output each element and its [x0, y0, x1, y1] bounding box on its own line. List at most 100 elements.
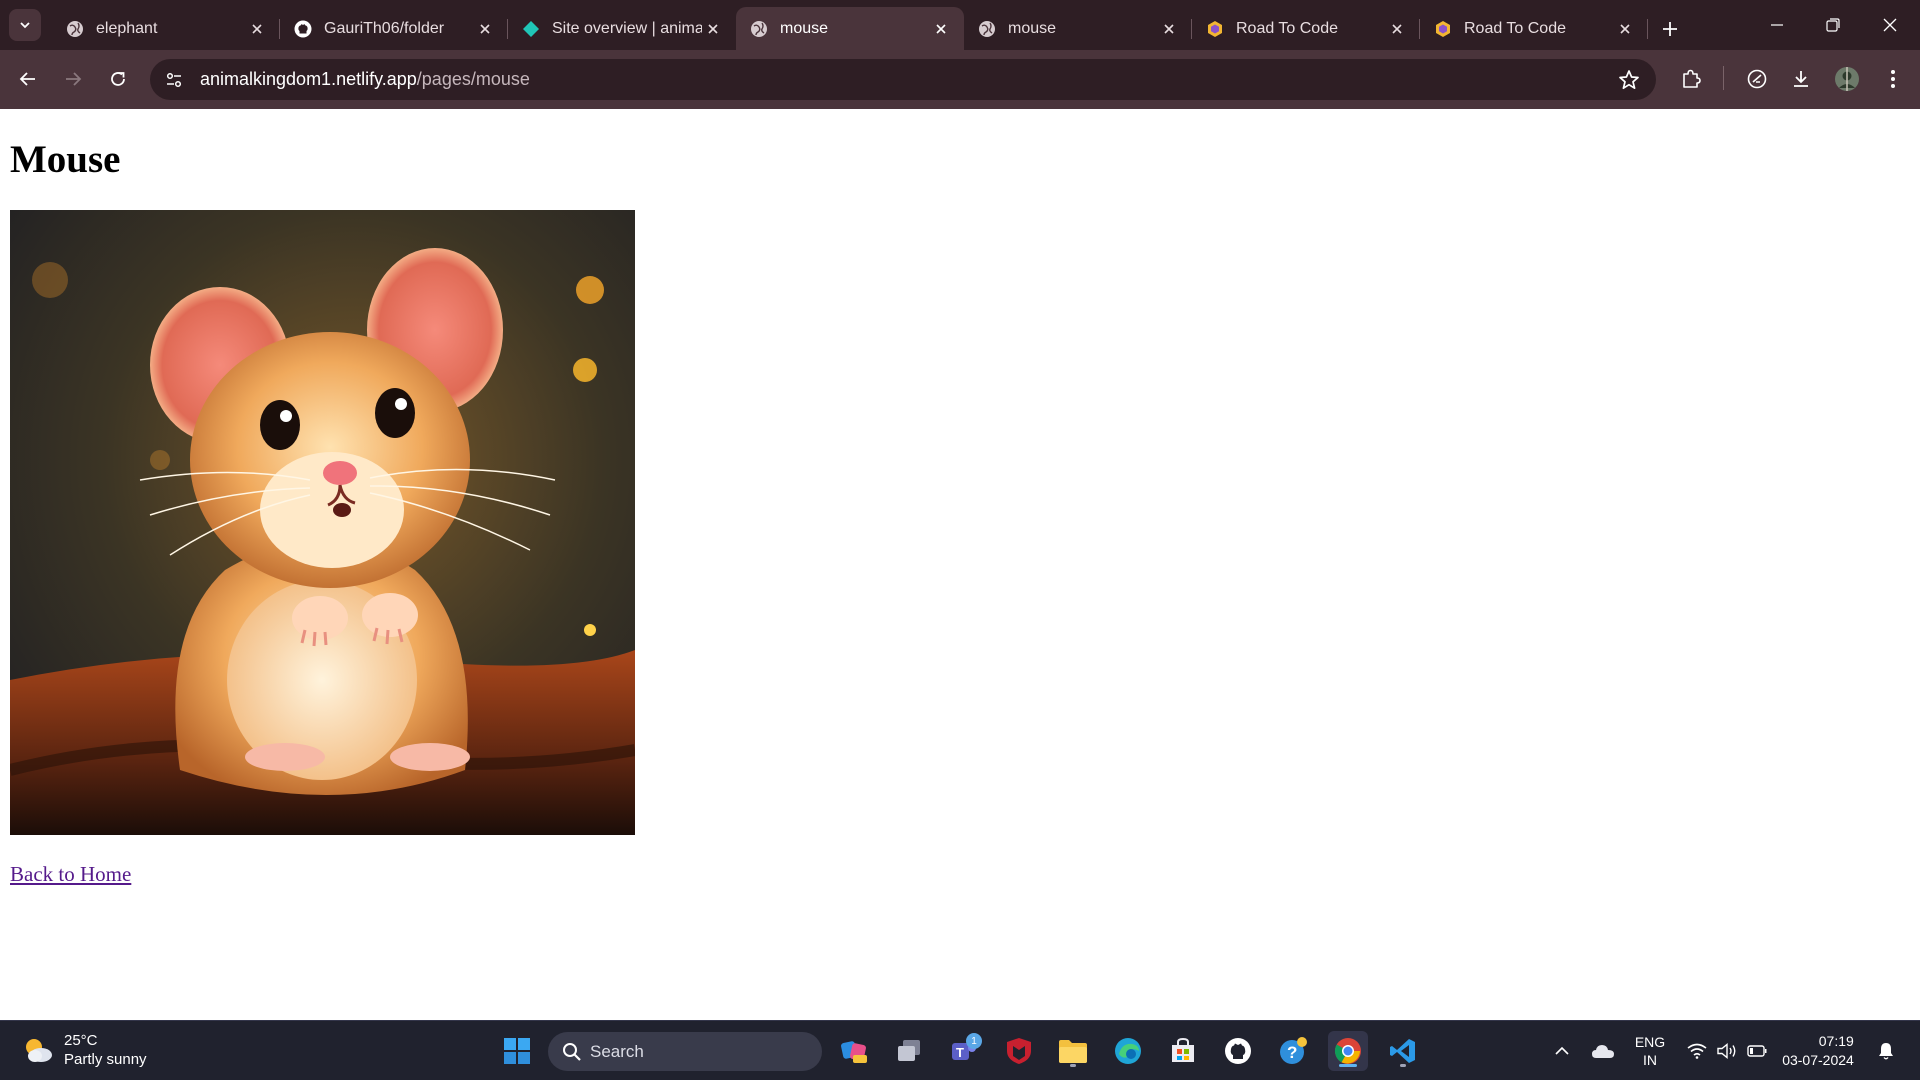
show-hidden-icons[interactable]: [1546, 1021, 1578, 1080]
restore-button[interactable]: [1805, 0, 1861, 50]
tab-search-button[interactable]: [9, 9, 41, 41]
extensions-button[interactable]: [1674, 62, 1708, 96]
close-icon: [1883, 18, 1897, 32]
new-tab-button[interactable]: [1652, 7, 1688, 50]
arrow-left-icon: [19, 72, 35, 86]
svg-text:T: T: [956, 1045, 964, 1060]
start-button[interactable]: [497, 1031, 537, 1071]
store-icon: [1172, 1037, 1194, 1062]
search-icon: [562, 1042, 590, 1062]
puzzle-icon: [1683, 69, 1701, 88]
chrome-app[interactable]: [1328, 1031, 1368, 1071]
tab-title: mouse: [780, 19, 829, 37]
reload-button[interactable]: [101, 62, 135, 96]
page-content: Mouse Back to Home: [0, 109, 1920, 1020]
tab-strip: elephant GauriTh06/folder Site overview …: [0, 0, 1920, 50]
url-path: /pages/mouse: [416, 69, 530, 89]
forward-button[interactable]: [56, 62, 90, 96]
tab-netlify[interactable]: Site overview | anima: [508, 7, 736, 50]
notifications-tray[interactable]: [1872, 1021, 1900, 1080]
battery-tray[interactable]: [1744, 1021, 1770, 1080]
notification-badge: 1: [966, 1033, 982, 1049]
close-icon[interactable]: [1614, 18, 1636, 40]
close-window-button[interactable]: [1862, 0, 1918, 50]
chrome-icon: [1334, 1038, 1361, 1064]
wifi-tray[interactable]: [1684, 1021, 1710, 1080]
reload-icon: [111, 72, 125, 86]
close-icon[interactable]: [474, 18, 496, 40]
close-icon[interactable]: [930, 18, 952, 40]
download-icon: [1794, 71, 1808, 87]
github-desktop-app[interactable]: [1218, 1031, 1258, 1071]
task-view-icon: [898, 1040, 920, 1061]
chevron-up-icon: [1555, 1046, 1569, 1055]
restore-icon: [1826, 18, 1840, 32]
clock[interactable]: 07:19 03-07-2024: [1778, 1021, 1858, 1080]
onedrive-tray[interactable]: [1585, 1021, 1621, 1080]
close-icon[interactable]: [246, 18, 268, 40]
region-code: IN: [1643, 1052, 1657, 1068]
clock-time: 07:19: [1818, 1033, 1854, 1049]
minimize-button[interactable]: [1749, 0, 1805, 50]
downloads-button[interactable]: [1784, 62, 1818, 96]
tab-road-to-code-2[interactable]: Road To Code: [1420, 7, 1648, 50]
toolbar-divider: [1723, 66, 1724, 90]
tab-title: Site overview | anima: [552, 19, 702, 37]
mcafee-app[interactable]: [999, 1031, 1039, 1071]
browser-toolbar: animalkingdom1.netlify.app/pages/mouse: [0, 50, 1920, 109]
running-indicator: [1400, 1064, 1406, 1067]
bookmark-star-icon[interactable]: [1618, 69, 1640, 91]
tab-road-to-code[interactable]: Road To Code: [1192, 7, 1420, 50]
close-icon[interactable]: [1158, 18, 1180, 40]
help-app[interactable]: ?: [1273, 1031, 1313, 1071]
teams-app[interactable]: T 1: [944, 1031, 984, 1071]
copilot-app[interactable]: [834, 1031, 874, 1071]
taskbar: 25°C Partly sunny Search T 1 ? ENG IN 07…: [0, 1020, 1920, 1080]
language-indicator[interactable]: ENG IN: [1628, 1021, 1672, 1080]
avatar-icon: [1835, 67, 1859, 91]
taskbar-search[interactable]: Search: [548, 1032, 822, 1071]
menu-button[interactable]: [1876, 62, 1910, 96]
back-button[interactable]: [11, 62, 45, 96]
chevron-down-icon: [20, 22, 30, 29]
tab-title: GauriTh06/folder: [324, 19, 445, 37]
close-icon[interactable]: [702, 18, 724, 40]
running-indicator: [1339, 1064, 1357, 1067]
partly-sunny-icon: [26, 1039, 52, 1062]
hexagon-icon: [1206, 20, 1224, 38]
github-icon: [1225, 1038, 1251, 1064]
profile-button[interactable]: [1830, 62, 1864, 96]
tab-mouse-active[interactable]: mouse: [736, 7, 964, 50]
arrow-right-icon: [66, 72, 82, 86]
tab-mouse[interactable]: mouse: [964, 7, 1192, 50]
plus-icon: [1663, 21, 1677, 36]
netlify-icon: [522, 20, 540, 38]
clock-date: 03-07-2024: [1782, 1052, 1854, 1068]
cloud-icon: [1592, 1045, 1614, 1058]
edge-icon: [1115, 1038, 1141, 1064]
edge-app[interactable]: [1108, 1031, 1148, 1071]
copilot-icon: [841, 1041, 867, 1063]
vscode-app[interactable]: [1383, 1031, 1423, 1071]
back-to-home-link[interactable]: Back to Home: [10, 862, 131, 887]
tab-github[interactable]: GauriTh06/folder: [280, 7, 508, 50]
windows-logo-icon: [504, 1038, 530, 1064]
hexagon-icon: [1434, 20, 1452, 38]
speedometer-icon: [1747, 69, 1767, 89]
site-info-icon[interactable]: [154, 59, 194, 100]
address-bar[interactable]: animalkingdom1.netlify.app/pages/mouse: [150, 59, 1656, 100]
weather-description: Partly sunny: [64, 1051, 147, 1068]
store-app[interactable]: [1163, 1031, 1203, 1071]
tab-title: elephant: [96, 19, 158, 37]
search-label: Search: [590, 1041, 644, 1061]
task-view-app[interactable]: [889, 1031, 929, 1071]
file-explorer-app[interactable]: [1053, 1031, 1093, 1071]
volume-tray[interactable]: [1714, 1021, 1740, 1080]
close-icon[interactable]: [1386, 18, 1408, 40]
minimize-icon: [1771, 24, 1783, 26]
weather-widget[interactable]: 25°C Partly sunny: [22, 1031, 147, 1069]
performance-button[interactable]: [1740, 62, 1774, 96]
tab-elephant[interactable]: elephant: [52, 7, 280, 50]
page-title: Mouse: [10, 138, 121, 181]
running-indicator: [1070, 1064, 1076, 1067]
